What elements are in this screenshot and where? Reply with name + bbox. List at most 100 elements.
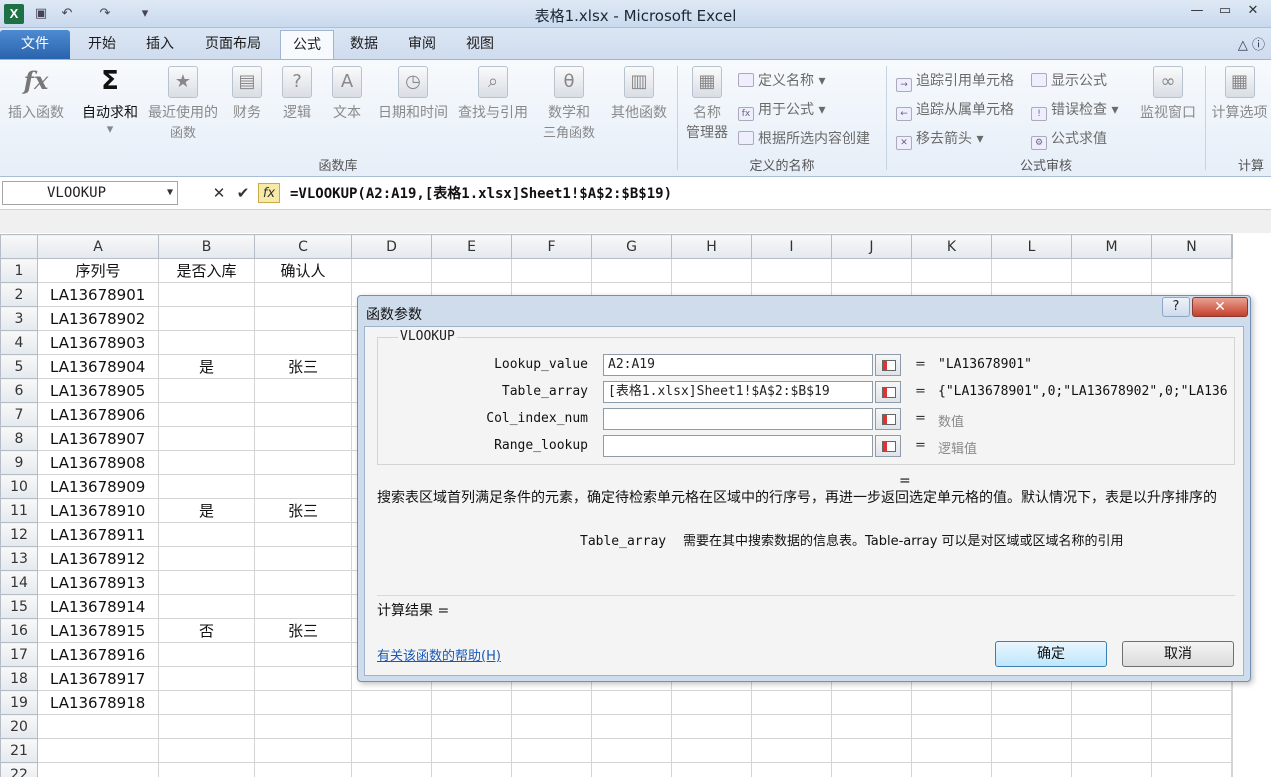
- row-header[interactable]: 19: [0, 690, 38, 715]
- collapse-dialog-icon[interactable]: [875, 381, 901, 403]
- column-header[interactable]: D: [351, 234, 432, 259]
- cell[interactable]: LA13678911: [37, 522, 159, 547]
- cell[interactable]: [991, 690, 1072, 715]
- cell[interactable]: [158, 474, 255, 499]
- cell[interactable]: [158, 378, 255, 403]
- cell[interactable]: [671, 714, 752, 739]
- cell[interactable]: [911, 714, 992, 739]
- dialog-close-button[interactable]: ✕: [1192, 297, 1248, 317]
- cell[interactable]: [158, 330, 255, 355]
- cell[interactable]: [158, 522, 255, 547]
- argument-input[interactable]: A2:A19: [603, 354, 873, 376]
- row-header[interactable]: 6: [0, 378, 38, 403]
- cell[interactable]: [591, 762, 672, 777]
- cell[interactable]: 是否入库: [158, 258, 255, 283]
- cell[interactable]: [831, 762, 912, 777]
- lookup-reference-button[interactable]: ⌕ 查找与引用: [454, 66, 532, 122]
- cell[interactable]: 张三: [254, 354, 352, 379]
- column-header[interactable]: N: [1151, 234, 1232, 259]
- row-header[interactable]: 5: [0, 354, 38, 379]
- column-header[interactable]: G: [591, 234, 672, 259]
- cell[interactable]: [991, 714, 1072, 739]
- cell[interactable]: LA13678902: [37, 306, 159, 331]
- insert-function-fx-button[interactable]: fx: [258, 183, 280, 203]
- cell[interactable]: [351, 762, 432, 777]
- cell[interactable]: [1071, 714, 1152, 739]
- cell[interactable]: [158, 738, 255, 763]
- cell[interactable]: LA13678904: [37, 354, 159, 379]
- name-manager-button[interactable]: ▦ 名称 管理器: [682, 66, 732, 142]
- row-header[interactable]: 20: [0, 714, 38, 739]
- enter-formula-button[interactable]: ✔: [232, 183, 254, 203]
- cell[interactable]: [158, 666, 255, 691]
- cell[interactable]: [254, 666, 352, 691]
- column-header[interactable]: A: [37, 234, 159, 259]
- cell[interactable]: [751, 690, 832, 715]
- cell[interactable]: [254, 546, 352, 571]
- row-header[interactable]: 12: [0, 522, 38, 547]
- cell[interactable]: [1231, 258, 1233, 283]
- cell[interactable]: [254, 306, 352, 331]
- autosum-button[interactable]: Σ 自动求和 ▾: [78, 66, 142, 137]
- cell[interactable]: [158, 450, 255, 475]
- cell[interactable]: [831, 690, 912, 715]
- cell[interactable]: [254, 282, 352, 307]
- cell[interactable]: [671, 690, 752, 715]
- cell[interactable]: [1231, 762, 1233, 777]
- cell[interactable]: 张三: [254, 618, 352, 643]
- cell[interactable]: 确认人: [254, 258, 352, 283]
- cell[interactable]: [37, 714, 159, 739]
- cell[interactable]: [37, 762, 159, 777]
- error-checking-button[interactable]: ! 错误检查 ▾: [1031, 99, 1118, 121]
- name-box[interactable]: VLOOKUP ▼: [2, 181, 178, 205]
- cell[interactable]: [1151, 258, 1232, 283]
- row-header[interactable]: 9: [0, 450, 38, 475]
- cell[interactable]: [831, 738, 912, 763]
- cell[interactable]: [911, 738, 992, 763]
- cell[interactable]: [431, 738, 512, 763]
- row-header[interactable]: 21: [0, 738, 38, 763]
- cell[interactable]: [431, 762, 512, 777]
- cell[interactable]: [751, 714, 832, 739]
- cell[interactable]: [158, 282, 255, 307]
- cell[interactable]: LA13678917: [37, 666, 159, 691]
- maximize-button[interactable]: ▭: [1211, 0, 1239, 22]
- recently-used-button[interactable]: ★ 最近使用的 函数: [144, 66, 222, 141]
- row-header[interactable]: 4: [0, 330, 38, 355]
- show-formulas-button[interactable]: 显示公式: [1031, 70, 1107, 90]
- evaluate-formula-button[interactable]: ⚙ 公式求值: [1031, 128, 1107, 150]
- row-header[interactable]: 10: [0, 474, 38, 499]
- tab-formulas[interactable]: 公式: [280, 30, 334, 59]
- cell[interactable]: [591, 714, 672, 739]
- cell[interactable]: LA13678901: [37, 282, 159, 307]
- remove-arrows-button[interactable]: ✕ 移去箭头 ▾: [896, 128, 983, 150]
- datetime-button[interactable]: ◷ 日期和时间: [374, 66, 452, 122]
- cell[interactable]: [37, 738, 159, 763]
- cell[interactable]: [351, 258, 432, 283]
- cell[interactable]: LA13678903: [37, 330, 159, 355]
- cell[interactable]: [254, 378, 352, 403]
- close-window-button[interactable]: ✕: [1239, 0, 1267, 22]
- cell[interactable]: [254, 594, 352, 619]
- cell[interactable]: [158, 570, 255, 595]
- cell[interactable]: [751, 258, 832, 283]
- cell[interactable]: [911, 690, 992, 715]
- financial-button[interactable]: ▤ 财务: [228, 66, 266, 122]
- cell[interactable]: [158, 642, 255, 667]
- cell[interactable]: [591, 258, 672, 283]
- cancel-formula-button[interactable]: ✕: [208, 183, 230, 203]
- tab-data[interactable]: 数据: [338, 30, 390, 59]
- cell[interactable]: [158, 426, 255, 451]
- define-name-button[interactable]: 定义名称 ▾: [738, 70, 825, 90]
- cell[interactable]: [254, 642, 352, 667]
- ok-button[interactable]: 确定: [995, 641, 1107, 667]
- cell[interactable]: [431, 690, 512, 715]
- logical-button[interactable]: ? 逻辑: [278, 66, 316, 122]
- cell[interactable]: LA13678914: [37, 594, 159, 619]
- cell[interactable]: [254, 450, 352, 475]
- row-header[interactable]: 16: [0, 618, 38, 643]
- cell[interactable]: [671, 762, 752, 777]
- cell[interactable]: [751, 738, 832, 763]
- cell[interactable]: [351, 714, 432, 739]
- cell[interactable]: [254, 402, 352, 427]
